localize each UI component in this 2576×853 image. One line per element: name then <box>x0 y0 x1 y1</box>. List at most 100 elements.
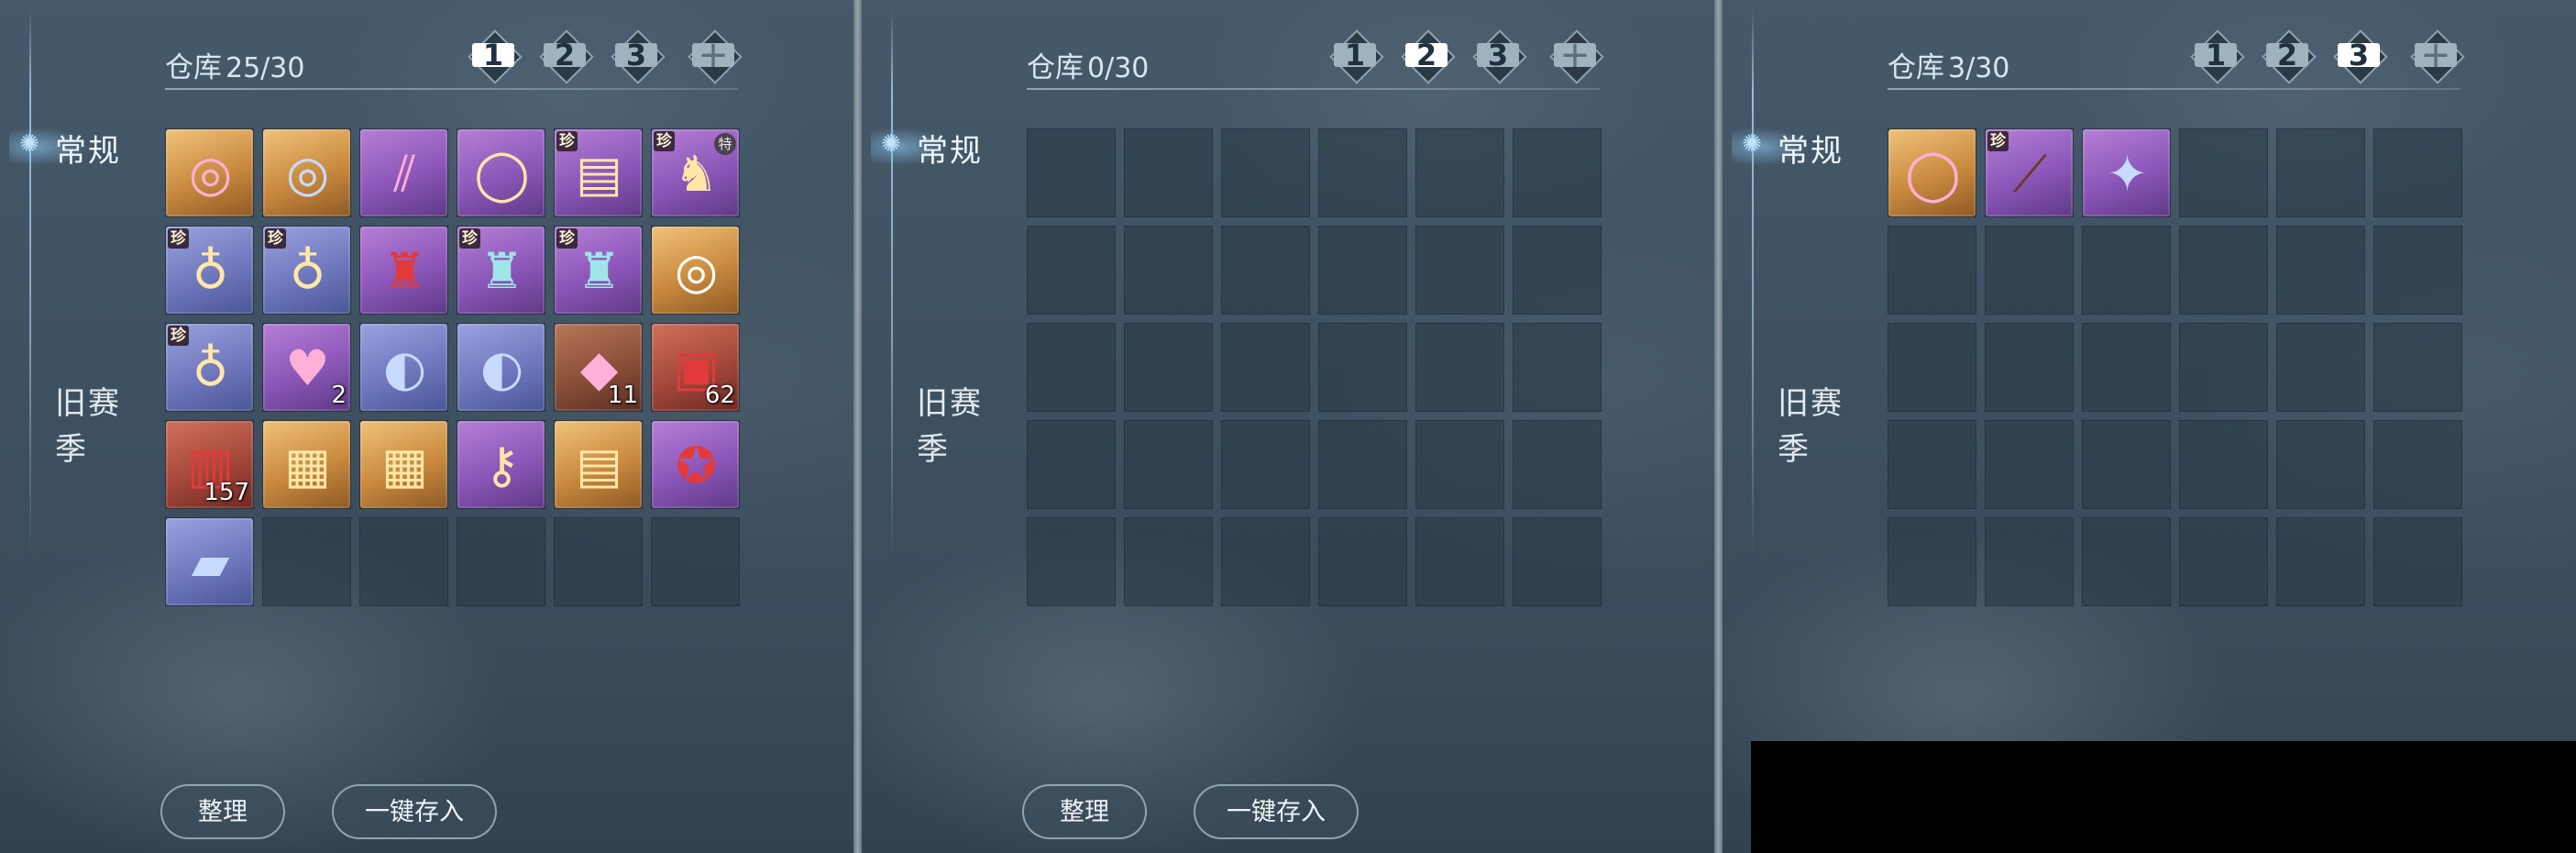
inventory-item[interactable]: ◐ <box>360 324 447 411</box>
inventory-slot[interactable] <box>2276 226 2365 315</box>
inventory-slot[interactable] <box>2179 323 2268 412</box>
inventory-item[interactable]: ◎ <box>263 129 350 216</box>
deposit-all-button[interactable]: 一键存入 <box>332 784 497 839</box>
tab-2[interactable]: 2 <box>537 28 594 84</box>
category-tab-normal[interactable]: 常规 <box>1778 126 1844 171</box>
inventory-item[interactable]: ▣ 62 <box>652 324 739 411</box>
inventory-slot[interactable] <box>1985 226 2074 315</box>
inventory-slot[interactable] <box>2276 128 2365 217</box>
inventory-slot[interactable]: ▦ <box>262 420 351 509</box>
inventory-slot[interactable] <box>1415 420 1504 509</box>
inventory-slot[interactable]: ◎ <box>165 128 254 217</box>
tab-3[interactable]: 3 <box>609 28 666 84</box>
inventory-slot[interactable]: ♁ 珍 <box>262 226 351 315</box>
inventory-slot[interactable]: ♁ 珍 <box>165 226 254 315</box>
tab-add[interactable]: + <box>1547 28 1604 84</box>
inventory-item[interactable]: ◯ <box>457 129 545 216</box>
tab-1[interactable]: 1 <box>1327 28 1384 84</box>
inventory-slot[interactable]: ▰ <box>165 517 254 606</box>
tab-3[interactable]: 3 <box>1470 28 1527 84</box>
category-tab-old-season[interactable]: 旧赛季 <box>1778 381 1851 472</box>
inventory-item[interactable]: ▥ 157 <box>166 421 253 508</box>
inventory-slot[interactable] <box>359 517 448 606</box>
inventory-slot[interactable]: ♜ 珍 <box>554 226 643 315</box>
inventory-item[interactable]: ⫽ <box>360 129 447 216</box>
inventory-slot[interactable]: ◯ <box>1888 128 1976 217</box>
inventory-slot[interactable] <box>457 517 545 606</box>
category-tab-normal[interactable]: 常规 <box>917 126 983 171</box>
inventory-slot[interactable]: ⚷ <box>457 420 545 509</box>
inventory-slot[interactable] <box>2373 128 2462 217</box>
inventory-slot[interactable] <box>1415 517 1504 606</box>
inventory-slot[interactable] <box>1888 323 1976 412</box>
inventory-slot[interactable]: ⟋ 珍 <box>1985 128 2074 217</box>
inventory-slot[interactable] <box>1221 420 1310 509</box>
inventory-item[interactable]: ♁ 珍 <box>263 227 350 314</box>
tab-2[interactable]: 2 <box>1399 28 1456 84</box>
inventory-slot[interactable] <box>1415 323 1504 412</box>
inventory-slot[interactable] <box>1513 420 1602 509</box>
inventory-slot[interactable] <box>2373 323 2462 412</box>
inventory-item[interactable]: ◎ <box>166 129 253 216</box>
inventory-slot[interactable] <box>2276 420 2365 509</box>
inventory-slot[interactable]: ◆ 11 <box>554 323 643 412</box>
category-tab-old-season[interactable]: 旧赛季 <box>917 381 990 472</box>
inventory-slot[interactable] <box>1318 128 1407 217</box>
inventory-item[interactable]: ♜ 珍 <box>555 227 642 314</box>
inventory-slot[interactable] <box>1888 420 1976 509</box>
inventory-item[interactable]: ♜ 珍 <box>457 227 545 314</box>
inventory-item[interactable]: ♁ 珍 <box>166 227 253 314</box>
inventory-slot[interactable] <box>2179 226 2268 315</box>
inventory-slot[interactable]: ◐ <box>457 323 545 412</box>
inventory-slot[interactable]: ♞ 珍特 <box>651 128 740 217</box>
inventory-slot[interactable] <box>1027 420 1116 509</box>
inventory-slot[interactable] <box>2179 128 2268 217</box>
inventory-item[interactable]: ▦ <box>263 421 350 508</box>
inventory-slot[interactable] <box>262 517 351 606</box>
inventory-slot[interactable] <box>1985 323 2074 412</box>
inventory-slot[interactable]: ▤ <box>554 420 643 509</box>
inventory-slot[interactable] <box>1888 517 1976 606</box>
sort-button[interactable]: 整理 <box>160 784 285 839</box>
inventory-slot[interactable] <box>1513 517 1602 606</box>
inventory-item[interactable]: ♞ 珍特 <box>652 129 739 216</box>
tab-1[interactable]: 1 <box>2188 28 2245 84</box>
tab-2[interactable]: 2 <box>2260 28 2317 84</box>
inventory-item[interactable]: ◐ <box>457 324 545 411</box>
tab-add[interactable]: + <box>2408 28 2465 84</box>
inventory-item[interactable]: ▤ 珍 <box>555 129 642 216</box>
inventory-slot[interactable] <box>1221 128 1310 217</box>
inventory-slot[interactable] <box>1124 517 1213 606</box>
inventory-item[interactable]: ▦ <box>360 421 447 508</box>
inventory-slot[interactable] <box>1318 517 1407 606</box>
inventory-slot[interactable] <box>1124 323 1213 412</box>
inventory-slot[interactable] <box>2276 517 2365 606</box>
inventory-slot[interactable]: ♁ 珍 <box>165 323 254 412</box>
deposit-all-button[interactable]: 一键存入 <box>1194 784 1359 839</box>
inventory-slot[interactable]: ♜ 珍 <box>457 226 545 315</box>
inventory-slot[interactable]: ♜ <box>359 226 448 315</box>
inventory-slot[interactable] <box>1124 420 1213 509</box>
inventory-item[interactable]: ⚷ <box>457 421 545 508</box>
inventory-slot[interactable]: ◎ <box>262 128 351 217</box>
inventory-slot[interactable] <box>1415 226 1504 315</box>
inventory-slot[interactable] <box>2082 323 2171 412</box>
inventory-slot[interactable] <box>1221 226 1310 315</box>
inventory-slot[interactable] <box>1027 517 1116 606</box>
inventory-slot[interactable] <box>1124 226 1213 315</box>
inventory-slot[interactable] <box>1318 226 1407 315</box>
inventory-slot[interactable] <box>1027 226 1116 315</box>
inventory-slot[interactable] <box>2179 517 2268 606</box>
inventory-item[interactable]: ♥ 2 <box>263 324 350 411</box>
inventory-slot[interactable] <box>1027 323 1116 412</box>
inventory-slot[interactable]: ▤ 珍 <box>554 128 643 217</box>
inventory-slot[interactable]: ▥ 157 <box>165 420 254 509</box>
inventory-slot[interactable] <box>1513 128 1602 217</box>
inventory-slot[interactable] <box>1415 128 1504 217</box>
tab-add[interactable]: + <box>686 28 743 84</box>
inventory-slot[interactable]: ✦ <box>2082 128 2171 217</box>
inventory-slot[interactable] <box>1124 128 1213 217</box>
inventory-slot[interactable]: ✪ <box>651 420 740 509</box>
inventory-item[interactable]: ♜ <box>360 227 447 314</box>
inventory-item[interactable]: ⟋ 珍 <box>1986 129 2073 216</box>
